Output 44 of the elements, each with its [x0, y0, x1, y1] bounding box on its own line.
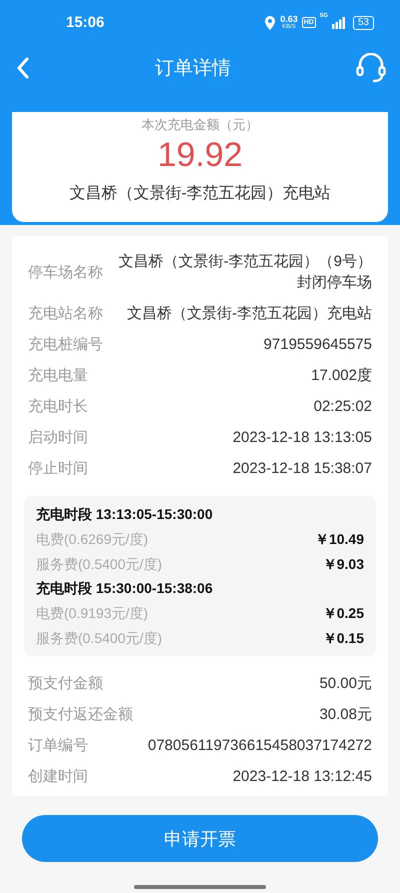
station-name: 文昌桥（文景街-李范五花园）充电站: [69, 184, 331, 204]
fee-amount: ￥0.25: [322, 604, 364, 623]
field-label: 订单编号: [28, 736, 88, 756]
invoice-button[interactable]: 申请开票: [22, 815, 378, 862]
field-value: 078056119736615458037174272: [146, 736, 372, 756]
field-label: 预支付返还金额: [28, 705, 133, 725]
location-icon: [264, 16, 276, 30]
page-title: 订单详情: [155, 56, 231, 80]
field-value: 2023-12-18 15:38:07: [232, 459, 372, 479]
field-label: 充电电量: [28, 366, 88, 386]
signal-icon: [332, 16, 345, 28]
field-value: 文昌桥（文景街-李范五花园）充电站: [126, 304, 372, 324]
field-value: 2023-12-18 13:13:05: [232, 428, 372, 448]
fee-amount: ￥9.03: [322, 554, 364, 574]
field-label: 充电站名称: [28, 304, 103, 324]
field-value: 50.00元: [318, 674, 372, 694]
fee-label: 电费(0.9193元/度): [36, 604, 148, 623]
fee-label: 服务费(0.5400元/度): [36, 554, 162, 574]
field-value: 02:25:02: [312, 397, 372, 417]
status-time: 15:06: [66, 14, 106, 31]
field-label: 预支付金额: [28, 674, 103, 694]
headset-icon[interactable]: [356, 52, 386, 82]
fee-label: 服务费(0.5400元/度): [36, 628, 162, 648]
field-value: 9719559645575: [262, 335, 372, 355]
field-label: 充电桩编号: [28, 335, 103, 355]
period-title: 充电时段 13:13:05-15:30:00: [36, 505, 214, 524]
field-value: 文昌桥（文景街-李范五花园）（9号）封闭停车场: [118, 252, 372, 293]
network-speed: 0.63: [280, 15, 298, 24]
field-label: 停车场名称: [28, 262, 103, 282]
field-label: 停止时间: [28, 459, 88, 479]
period-title: 充电时段 15:30:00-15:38:06: [36, 579, 214, 598]
battery-level: 53: [352, 16, 374, 30]
field-value: 30.08元: [318, 705, 372, 725]
charge-amount: 19.92: [157, 136, 243, 175]
fee-amount: ￥0.15: [322, 628, 364, 648]
field-label: 创建时间: [28, 767, 88, 787]
field-label: 充电时长: [28, 397, 88, 417]
fee-label: 电费(0.6269元/度): [36, 530, 148, 549]
field-value: 17.002度: [310, 366, 372, 386]
fee-amount: ￥10.49: [314, 530, 364, 549]
field-label: 启动时间: [28, 428, 88, 448]
field-value: 2023-12-18 13:12:45: [232, 767, 372, 787]
amount-label: 本次充电金额（元）: [142, 116, 258, 134]
back-icon[interactable]: [16, 56, 30, 78]
